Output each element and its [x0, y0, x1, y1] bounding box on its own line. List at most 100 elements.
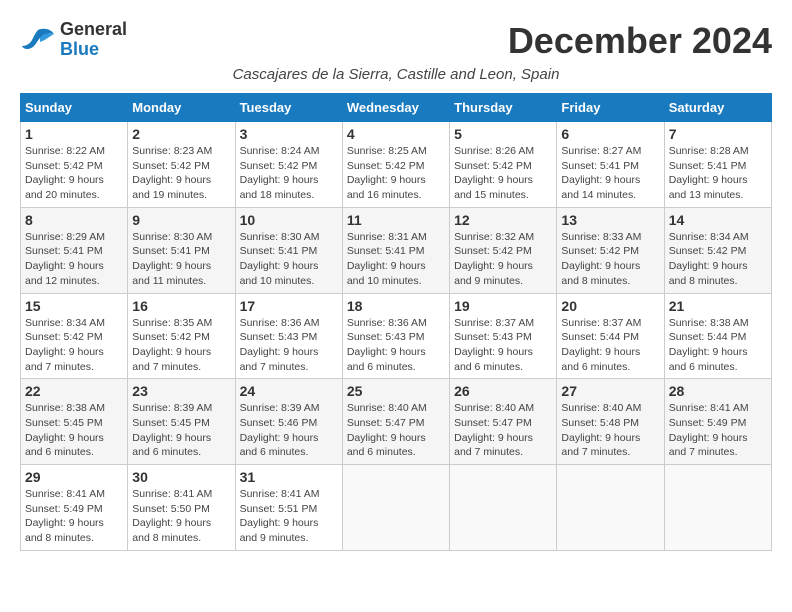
calendar-cell: 4 Sunrise: 8:25 AM Sunset: 5:42 PM Dayli…	[342, 122, 449, 208]
calendar-week-3: 15 Sunrise: 8:34 AM Sunset: 5:42 PM Dayl…	[21, 293, 772, 379]
day-number: 18	[347, 298, 445, 314]
day-info: Sunrise: 8:26 AM Sunset: 5:42 PM Dayligh…	[454, 144, 552, 203]
day-number: 19	[454, 298, 552, 314]
calendar-cell: 13 Sunrise: 8:33 AM Sunset: 5:42 PM Dayl…	[557, 207, 664, 293]
calendar-cell: 22 Sunrise: 8:38 AM Sunset: 5:45 PM Dayl…	[21, 379, 128, 465]
calendar-cell: 31 Sunrise: 8:41 AM Sunset: 5:51 PM Dayl…	[235, 465, 342, 551]
calendar-cell: 24 Sunrise: 8:39 AM Sunset: 5:46 PM Dayl…	[235, 379, 342, 465]
calendar-cell: 5 Sunrise: 8:26 AM Sunset: 5:42 PM Dayli…	[450, 122, 557, 208]
day-number: 4	[347, 126, 445, 142]
logo-name: GeneralBlue	[60, 20, 127, 60]
day-number: 7	[669, 126, 767, 142]
day-info: Sunrise: 8:41 AM Sunset: 5:51 PM Dayligh…	[240, 487, 338, 546]
calendar-cell: 29 Sunrise: 8:41 AM Sunset: 5:49 PM Dayl…	[21, 465, 128, 551]
day-info: Sunrise: 8:38 AM Sunset: 5:44 PM Dayligh…	[669, 316, 767, 375]
day-info: Sunrise: 8:35 AM Sunset: 5:42 PM Dayligh…	[132, 316, 230, 375]
calendar-cell: 15 Sunrise: 8:34 AM Sunset: 5:42 PM Dayl…	[21, 293, 128, 379]
calendar-week-1: 1 Sunrise: 8:22 AM Sunset: 5:42 PM Dayli…	[21, 122, 772, 208]
calendar-cell: 25 Sunrise: 8:40 AM Sunset: 5:47 PM Dayl…	[342, 379, 449, 465]
calendar-cell: 6 Sunrise: 8:27 AM Sunset: 5:41 PM Dayli…	[557, 122, 664, 208]
day-number: 25	[347, 383, 445, 399]
subtitle: Cascajares de la Sierra, Castille and Le…	[20, 66, 772, 83]
calendar-week-4: 22 Sunrise: 8:38 AM Sunset: 5:45 PM Dayl…	[21, 379, 772, 465]
day-info: Sunrise: 8:23 AM Sunset: 5:42 PM Dayligh…	[132, 144, 230, 203]
day-number: 20	[561, 298, 659, 314]
day-info: Sunrise: 8:27 AM Sunset: 5:41 PM Dayligh…	[561, 144, 659, 203]
calendar-cell: 19 Sunrise: 8:37 AM Sunset: 5:43 PM Dayl…	[450, 293, 557, 379]
day-number: 15	[25, 298, 123, 314]
day-number: 26	[454, 383, 552, 399]
day-number: 24	[240, 383, 338, 399]
day-info: Sunrise: 8:33 AM Sunset: 5:42 PM Dayligh…	[561, 230, 659, 289]
day-info: Sunrise: 8:39 AM Sunset: 5:45 PM Dayligh…	[132, 401, 230, 460]
day-number: 14	[669, 212, 767, 228]
day-info: Sunrise: 8:36 AM Sunset: 5:43 PM Dayligh…	[347, 316, 445, 375]
calendar-cell	[450, 465, 557, 551]
day-number: 13	[561, 212, 659, 228]
calendar-cell: 10 Sunrise: 8:30 AM Sunset: 5:41 PM Dayl…	[235, 207, 342, 293]
calendar-cell: 23 Sunrise: 8:39 AM Sunset: 5:45 PM Dayl…	[128, 379, 235, 465]
calendar-cell: 3 Sunrise: 8:24 AM Sunset: 5:42 PM Dayli…	[235, 122, 342, 208]
calendar-cell: 9 Sunrise: 8:30 AM Sunset: 5:41 PM Dayli…	[128, 207, 235, 293]
calendar-cell	[342, 465, 449, 551]
calendar-cell: 16 Sunrise: 8:35 AM Sunset: 5:42 PM Dayl…	[128, 293, 235, 379]
day-info: Sunrise: 8:34 AM Sunset: 5:42 PM Dayligh…	[669, 230, 767, 289]
day-number: 22	[25, 383, 123, 399]
header-thursday: Thursday	[450, 94, 557, 122]
day-info: Sunrise: 8:41 AM Sunset: 5:49 PM Dayligh…	[669, 401, 767, 460]
header-wednesday: Wednesday	[342, 94, 449, 122]
calendar-cell: 17 Sunrise: 8:36 AM Sunset: 5:43 PM Dayl…	[235, 293, 342, 379]
calendar-table: Sunday Monday Tuesday Wednesday Thursday…	[20, 93, 772, 551]
day-number: 17	[240, 298, 338, 314]
calendar-cell: 7 Sunrise: 8:28 AM Sunset: 5:41 PM Dayli…	[664, 122, 771, 208]
calendar-cell: 12 Sunrise: 8:32 AM Sunset: 5:42 PM Dayl…	[450, 207, 557, 293]
month-title: December 2024	[508, 20, 772, 62]
calendar-cell: 8 Sunrise: 8:29 AM Sunset: 5:41 PM Dayli…	[21, 207, 128, 293]
day-info: Sunrise: 8:41 AM Sunset: 5:49 PM Dayligh…	[25, 487, 123, 546]
day-info: Sunrise: 8:40 AM Sunset: 5:47 PM Dayligh…	[454, 401, 552, 460]
calendar-cell: 21 Sunrise: 8:38 AM Sunset: 5:44 PM Dayl…	[664, 293, 771, 379]
calendar-cell: 1 Sunrise: 8:22 AM Sunset: 5:42 PM Dayli…	[21, 122, 128, 208]
day-info: Sunrise: 8:29 AM Sunset: 5:41 PM Dayligh…	[25, 230, 123, 289]
day-number: 27	[561, 383, 659, 399]
logo: GeneralBlue	[20, 20, 127, 60]
header-friday: Friday	[557, 94, 664, 122]
header-sunday: Sunday	[21, 94, 128, 122]
day-number: 5	[454, 126, 552, 142]
day-info: Sunrise: 8:34 AM Sunset: 5:42 PM Dayligh…	[25, 316, 123, 375]
day-info: Sunrise: 8:31 AM Sunset: 5:41 PM Dayligh…	[347, 230, 445, 289]
calendar-cell: 27 Sunrise: 8:40 AM Sunset: 5:48 PM Dayl…	[557, 379, 664, 465]
calendar-week-2: 8 Sunrise: 8:29 AM Sunset: 5:41 PM Dayli…	[21, 207, 772, 293]
calendar-cell	[664, 465, 771, 551]
page-container: GeneralBlue December 2024 Cascajares de …	[20, 20, 772, 551]
header: GeneralBlue December 2024	[20, 20, 772, 62]
day-number: 10	[240, 212, 338, 228]
calendar-week-5: 29 Sunrise: 8:41 AM Sunset: 5:49 PM Dayl…	[21, 465, 772, 551]
day-number: 28	[669, 383, 767, 399]
calendar-cell	[557, 465, 664, 551]
calendar-cell: 11 Sunrise: 8:31 AM Sunset: 5:41 PM Dayl…	[342, 207, 449, 293]
calendar-cell: 14 Sunrise: 8:34 AM Sunset: 5:42 PM Dayl…	[664, 207, 771, 293]
day-info: Sunrise: 8:30 AM Sunset: 5:41 PM Dayligh…	[240, 230, 338, 289]
day-info: Sunrise: 8:25 AM Sunset: 5:42 PM Dayligh…	[347, 144, 445, 203]
calendar-cell: 18 Sunrise: 8:36 AM Sunset: 5:43 PM Dayl…	[342, 293, 449, 379]
calendar-cell: 28 Sunrise: 8:41 AM Sunset: 5:49 PM Dayl…	[664, 379, 771, 465]
day-info: Sunrise: 8:32 AM Sunset: 5:42 PM Dayligh…	[454, 230, 552, 289]
day-info: Sunrise: 8:37 AM Sunset: 5:43 PM Dayligh…	[454, 316, 552, 375]
calendar-cell: 20 Sunrise: 8:37 AM Sunset: 5:44 PM Dayl…	[557, 293, 664, 379]
day-number: 9	[132, 212, 230, 228]
day-number: 1	[25, 126, 123, 142]
day-info: Sunrise: 8:22 AM Sunset: 5:42 PM Dayligh…	[25, 144, 123, 203]
logo-text: GeneralBlue	[60, 20, 127, 60]
day-number: 30	[132, 469, 230, 485]
day-number: 6	[561, 126, 659, 142]
day-number: 31	[240, 469, 338, 485]
day-info: Sunrise: 8:40 AM Sunset: 5:48 PM Dayligh…	[561, 401, 659, 460]
day-number: 23	[132, 383, 230, 399]
day-info: Sunrise: 8:36 AM Sunset: 5:43 PM Dayligh…	[240, 316, 338, 375]
logo-icon	[20, 26, 56, 54]
day-number: 21	[669, 298, 767, 314]
day-number: 29	[25, 469, 123, 485]
calendar-cell: 30 Sunrise: 8:41 AM Sunset: 5:50 PM Dayl…	[128, 465, 235, 551]
day-info: Sunrise: 8:37 AM Sunset: 5:44 PM Dayligh…	[561, 316, 659, 375]
